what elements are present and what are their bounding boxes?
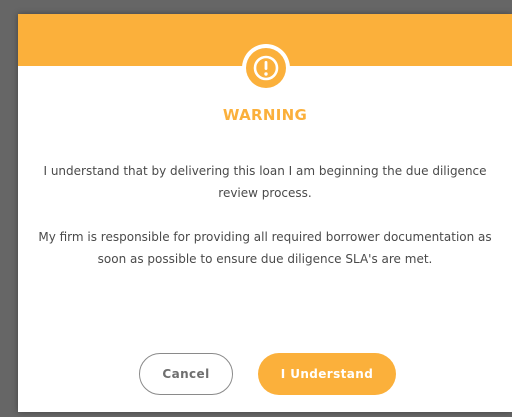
- exclamation-circle-icon: [253, 55, 279, 81]
- dialog-message-review: I understand that by delivering this loa…: [43, 164, 487, 200]
- i-understand-button[interactable]: I Understand: [258, 353, 396, 395]
- dialog-title: WARNING: [222, 106, 308, 124]
- dialog-message-responsibility: My firm is responsible for providing all…: [38, 230, 492, 266]
- cancel-button[interactable]: Cancel: [139, 353, 233, 395]
- warning-icon-ring: [242, 44, 290, 92]
- backdrop-overlay: WARNING I understand that by delivering …: [0, 0, 512, 417]
- warning-dialog: WARNING I understand that by delivering …: [18, 14, 512, 412]
- warning-icon: [246, 48, 286, 88]
